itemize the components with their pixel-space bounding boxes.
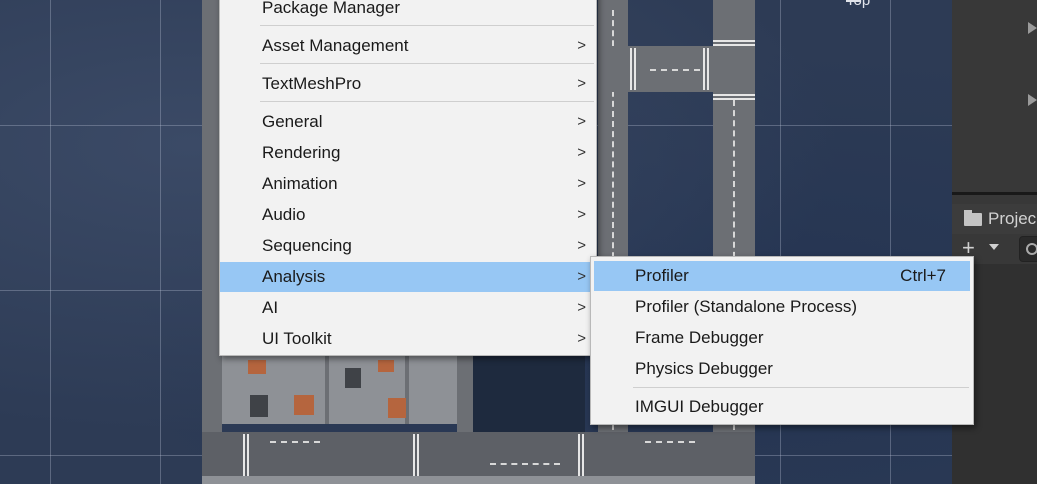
menu-item-label: Profiler (Standalone Process)	[635, 297, 858, 316]
menu-item-sequencing[interactable]: Sequencing >	[220, 231, 596, 261]
menu-item-rendering[interactable]: Rendering >	[220, 138, 596, 168]
menu-item-label: Audio	[262, 205, 306, 224]
menu-item-profiler-standalone[interactable]: Profiler (Standalone Process)	[591, 292, 973, 322]
submenu-arrow-icon: >	[577, 268, 586, 285]
menu-item-label: UI Toolkit	[262, 329, 332, 348]
submenu-arrow-icon: >	[577, 206, 586, 223]
lane-marking	[645, 441, 695, 443]
analysis-submenu: Profiler Ctrl+7 Profiler (Standalone Pro…	[590, 256, 974, 425]
building-roof	[378, 360, 394, 372]
grid-line	[160, 0, 161, 484]
crosswalk	[703, 48, 711, 90]
building-roof	[294, 395, 314, 415]
play-triangle-icon[interactable]	[1028, 94, 1037, 106]
grid-line	[50, 0, 51, 484]
menu-item-label: Physics Debugger	[635, 359, 773, 378]
menu-item-label: Profiler	[635, 266, 689, 285]
crosswalk	[713, 38, 755, 46]
project-tab[interactable]: Projec	[952, 204, 1037, 234]
submenu-arrow-icon: >	[577, 113, 586, 130]
empty-lot	[473, 354, 585, 432]
lane-marking	[650, 69, 700, 71]
crosswalk	[713, 92, 755, 100]
menu-item-frame-debugger[interactable]: Frame Debugger	[591, 323, 973, 353]
road	[325, 354, 329, 424]
menu-separator	[260, 25, 594, 26]
menu-item-ui-toolkit[interactable]: UI Toolkit >	[220, 324, 596, 354]
submenu-arrow-icon: >	[577, 75, 586, 92]
crosswalk	[578, 434, 586, 476]
menu-item-general[interactable]: General >	[220, 107, 596, 137]
building-roof	[345, 368, 361, 388]
menu-item-animation[interactable]: Animation >	[220, 169, 596, 199]
menu-item-label: General	[262, 112, 323, 131]
menu-item-package-manager[interactable]: Package Manager	[220, 0, 596, 23]
submenu-arrow-icon: >	[577, 330, 586, 347]
menu-item-physics-debugger[interactable]: Physics Debugger	[591, 354, 973, 384]
project-tab-label: Projec	[988, 209, 1037, 228]
menu-item-ai[interactable]: AI >	[220, 293, 596, 323]
play-triangle-icon[interactable]	[1028, 22, 1037, 34]
menu-item-textmeshpro[interactable]: TextMeshPro >	[220, 69, 596, 99]
menu-item-label: Rendering	[262, 143, 341, 162]
menu-item-label: AI	[262, 298, 279, 317]
menu-item-label: Asset Management	[262, 36, 409, 55]
menu-item-label: IMGUI Debugger	[635, 397, 764, 416]
menu-item-label: Package Manager	[262, 0, 400, 17]
menu-item-analysis[interactable]: Analysis >	[220, 262, 596, 292]
menu-item-label: Sequencing	[262, 236, 352, 255]
menu-item-label: Frame Debugger	[635, 328, 764, 347]
building-roof	[250, 395, 268, 417]
view-orientation-label[interactable]: Top	[846, 0, 870, 9]
menu-item-label: Animation	[262, 174, 338, 193]
menu-item-label: TextMeshPro	[262, 74, 362, 93]
submenu-arrow-icon: >	[577, 175, 586, 192]
menu-separator	[633, 387, 969, 388]
shortcut-label: Ctrl+7	[900, 266, 946, 285]
menu-item-asset-management[interactable]: Asset Management >	[220, 31, 596, 61]
window-menu: Package Manager Asset Management > TextM…	[219, 0, 597, 356]
building-roof	[248, 360, 266, 374]
menu-separator	[260, 101, 594, 102]
crosswalk	[413, 434, 421, 476]
panel-divider[interactable]	[952, 192, 1037, 195]
menu-item-profiler[interactable]: Profiler Ctrl+7	[594, 261, 970, 291]
submenu-arrow-icon: >	[577, 37, 586, 54]
menu-item-label: Analysis	[262, 267, 326, 286]
menu-separator	[260, 63, 594, 64]
crosswalk	[630, 48, 638, 90]
lane-marking	[490, 463, 560, 465]
crosswalk	[243, 434, 251, 476]
city-block	[202, 476, 755, 484]
menu-item-audio[interactable]: Audio >	[220, 200, 596, 230]
submenu-arrow-icon: >	[577, 299, 586, 316]
submenu-arrow-icon: >	[577, 237, 586, 254]
search-icon	[1026, 243, 1037, 255]
menu-item-imgui-debugger[interactable]: IMGUI Debugger	[591, 392, 973, 422]
dropdown-caret-icon[interactable]	[989, 244, 999, 250]
folder-icon	[964, 210, 982, 226]
lane-marking	[270, 441, 320, 443]
search-field[interactable]	[1019, 236, 1037, 262]
submenu-arrow-icon: >	[577, 144, 586, 161]
building-roof	[388, 398, 406, 418]
